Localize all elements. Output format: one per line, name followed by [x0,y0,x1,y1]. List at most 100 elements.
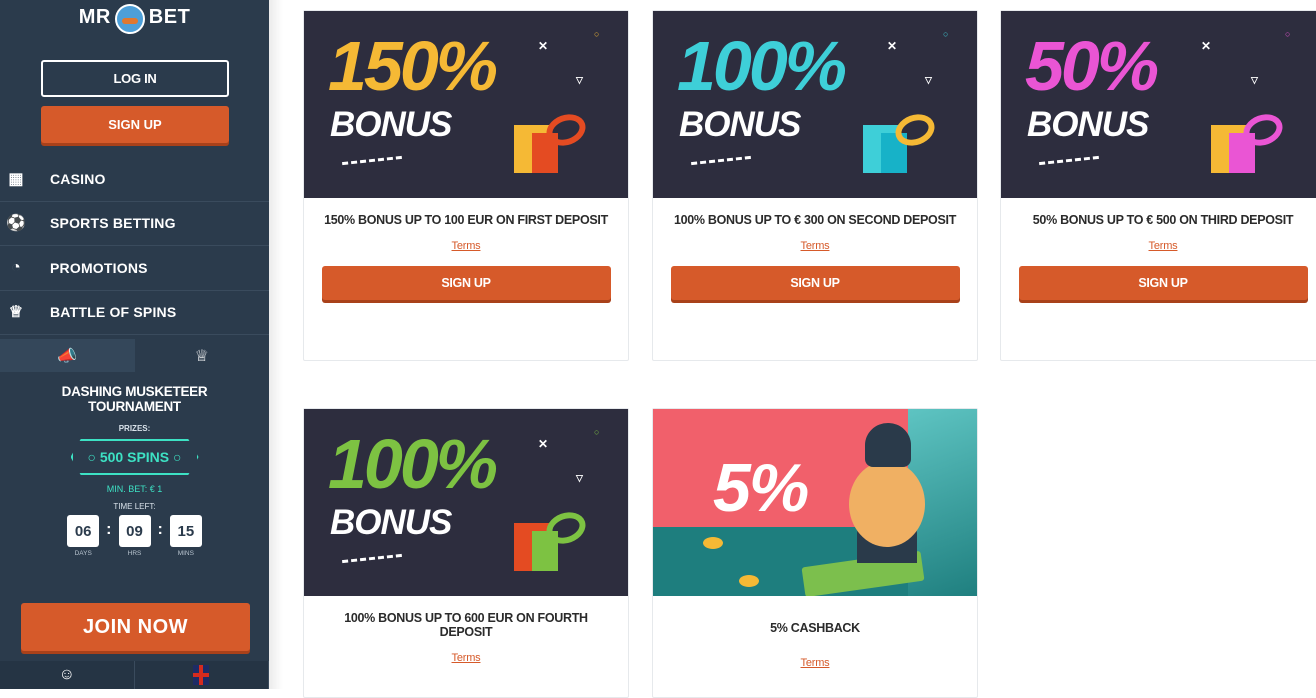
banner-percentage: 50% [1025,27,1159,105]
promo-card: 50% BONUS ✕ ○ ▽ 50% BONUS UP TO € 500 ON… [1000,10,1316,361]
sidebar-shadow [269,0,283,689]
banner-percentage: 100% [328,425,498,503]
banner-percentage: 5% [713,450,809,526]
coin-icon [703,537,723,549]
promo-title: 100% BONUS UP TO 600 EUR ON FOURTH DEPOS… [344,611,588,639]
promo-title: 5% CASHBACK [770,621,860,635]
timer-value: 09 [118,515,151,547]
banner-percentage: 100% [677,27,847,105]
promo-banner: 100% BONUS ✕ ○ ▽ [304,409,628,596]
banner-bonus-text: BONUS [1027,105,1149,144]
promo-icon: ◔ [11,258,21,276]
decoration: ○ [943,29,949,39]
decoration: ○ [594,427,600,437]
trophy-icon: ♕ [194,347,209,365]
decoration: ○ [594,29,600,39]
prizes-label: PRIZES: [118,424,151,433]
tournament-title: DASHING MUSKETEER TOURNAMENT [0,384,269,414]
prize-value: 500 SPINS [99,449,170,465]
timer-unit: HRS [127,550,142,557]
timer-unit: DAYS [74,550,92,557]
language-button[interactable] [135,661,269,689]
promo-banner: 100% BONUS ✕ ○ ▽ [653,11,977,198]
logo-text-left: MR [78,6,111,28]
promo-banner: 150% BONUS ✕ ○ ▽ [304,11,628,198]
logo[interactable]: MR BET [0,0,269,52]
gift-icon [514,507,590,571]
gift-icon [514,109,590,173]
timer-hours: 09 HRS [118,515,151,557]
prize-badge: ○ 500 SPINS ○ [71,439,199,475]
nav-label: PROMOTIONS [50,259,148,276]
decoration: ✕ [538,437,549,451]
nav-label: CASINO [50,170,106,187]
mascot-illustration [839,423,929,563]
support-agent-icon: ☺ [58,666,75,683]
football-icon: ⚽ [5,215,27,233]
gift-icon [1211,109,1287,173]
decoration [691,155,751,166]
decoration: ▽ [576,473,583,483]
promo-card: 100% BONUS ✕ ○ ▽ 100% BONUS UP TO € 300 … [652,10,978,361]
main-nav: ▦ CASINO ⚽ SPORTS BETTING ◔ PROMOTIONS ♕… [0,157,269,335]
uk-flag-icon [193,665,210,685]
nav-item-battle-of-spins[interactable]: ♕ BATTLE OF SPINS [0,291,269,335]
terms-link[interactable]: Terms [1001,240,1316,252]
terms-link[interactable]: Terms [653,240,977,252]
decoration: ✕ [1201,39,1212,53]
nav-item-sports-betting[interactable]: ⚽ SPORTS BETTING [0,202,269,246]
join-now-button[interactable]: JOIN NOW [21,603,250,651]
timer-value: 15 [169,515,202,547]
support-button[interactable]: ☺ [0,661,135,689]
signup-button[interactable]: SIGN UP [670,266,960,300]
decoration [1039,155,1099,166]
time-left-label: TIME LEFT: [113,502,156,511]
nav-label: SPORTS BETTING [50,215,176,232]
decoration: ▽ [576,75,583,85]
promo-title: 150% BONUS UP TO 100 EUR ON FIRST DEPOSI… [324,213,608,227]
slot-machine-icon: ▦ [8,170,24,188]
tab-trophy[interactable]: ♕ [135,339,270,372]
tournament-panel: DASHING MUSKETEER TOURNAMENT PRIZES: ○ 5… [0,384,269,557]
nav-label: BATTLE OF SPINS [50,304,177,321]
timer-minutes: 15 MINS [169,515,202,557]
promo-title: 100% BONUS UP TO € 300 ON SECOND DEPOSIT [673,213,957,227]
decoration: ✕ [887,39,898,53]
banner-bonus-text: BONUS [679,105,801,144]
sidebar: MR BET LOG IN SIGN UP ▦ CASINO ⚽ SPORTS … [0,0,269,689]
logo-text-right: BET [148,6,191,28]
terms-link[interactable]: Terms [304,652,628,664]
login-button[interactable]: LOG IN [41,60,229,97]
signup-button[interactable]: SIGN UP [41,106,229,143]
nav-item-promotions[interactable]: ◔ PROMOTIONS [0,246,269,291]
mascot-icon [114,4,145,34]
decoration: ▽ [1251,75,1258,85]
promo-card: 100% BONUS ✕ ○ ▽ 100% BONUS UP TO 600 EU… [303,408,629,698]
coin-icon [739,575,759,587]
promo-card: 150% BONUS ✕ ○ ▽ 150% BONUS UP TO 100 EU… [303,10,629,361]
trophy-icon: ♕ [8,304,24,322]
timer-separator: : [157,521,163,538]
decoration: ▽ [925,75,932,85]
signup-button[interactable]: SIGN UP [321,266,611,300]
tournament-title-line1: DASHING MUSKETEER [61,384,208,399]
prize-text: ○ 500 SPINS ○ [87,449,182,465]
promo-card: 5% 5% CASHBACK Terms [652,408,978,698]
signup-button[interactable]: SIGN UP [1018,266,1308,300]
terms-link[interactable]: Terms [653,657,977,669]
timer-days: 06 DAYS [67,515,100,557]
tournament-title-line2: TOURNAMENT [88,399,181,414]
terms-link[interactable]: Terms [304,240,628,252]
gift-icon [863,109,939,173]
banner-percentage: 150% [328,27,498,105]
banner-bonus-text: BONUS [330,105,452,144]
countdown-timer: 06 DAYS : 09 HRS : 15 MINS [0,515,269,557]
nav-item-casino[interactable]: ▦ CASINO [0,157,269,202]
decoration [342,553,402,564]
megaphone-icon: 📣 [57,347,78,365]
tab-megaphone[interactable]: 📣 [0,339,135,372]
decoration: ○ [1285,29,1291,39]
decoration [342,155,402,166]
cashback-banner: 5% [653,409,977,596]
promo-title: 50% BONUS UP TO € 500 ON THIRD DEPOSIT [1032,213,1294,227]
